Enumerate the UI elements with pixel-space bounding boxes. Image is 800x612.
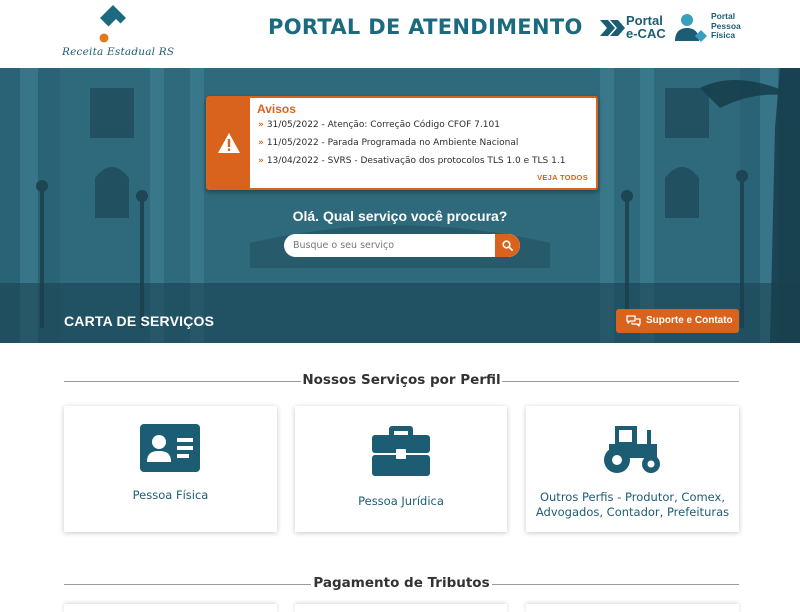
notice-text: 11/05/2022 - Parada Programada no Ambien… bbox=[266, 138, 519, 148]
profiles-title-text: Nossos Serviços por Perfil bbox=[302, 372, 501, 388]
notice-item[interactable]: » 11/05/2022 - Parada Programada no Ambie… bbox=[258, 138, 518, 148]
logo-diamond-icon bbox=[99, 5, 126, 43]
chat-bubbles-icon bbox=[626, 315, 641, 327]
support-label: Suporte e Contato bbox=[646, 315, 733, 326]
search-button[interactable] bbox=[495, 234, 520, 257]
id-card-icon bbox=[140, 424, 200, 472]
search-bar bbox=[284, 234, 520, 257]
notice-text: 13/04/2022 - SVRS - Desativação dos prot… bbox=[266, 156, 566, 166]
person-icon bbox=[675, 14, 707, 42]
hero-banner: Avisos » 31/05/2022 - Atenção: Correção C… bbox=[0, 68, 800, 343]
profile-card-pessoa-fisica[interactable]: Pessoa Física bbox=[64, 406, 277, 532]
notices-sidebar bbox=[208, 98, 250, 188]
ecac-label: Portal e-CAC bbox=[626, 13, 666, 41]
site-header: Receita Estadual RS PORTAL DE ATENDIMENT… bbox=[0, 0, 800, 68]
bullet-icon: » bbox=[258, 138, 264, 148]
profile-card-label: Outros Perfis - Produtor, Comex, Advogad… bbox=[535, 490, 730, 519]
tractor-icon bbox=[604, 426, 660, 473]
profile-card-pessoa-juridica[interactable]: Pessoa Jurídica bbox=[295, 406, 507, 532]
search-icon bbox=[502, 240, 513, 251]
search-question: Olá. Qual serviço você procura? bbox=[292, 208, 508, 224]
warning-icon bbox=[218, 133, 240, 153]
notice-item[interactable]: » 31/05/2022 - Atenção: Correção Código C… bbox=[258, 120, 500, 130]
bullet-icon: » bbox=[258, 120, 264, 130]
carta-de-servicos-title: CARTA DE SERVIÇOS bbox=[64, 313, 215, 329]
receita-estadual-logo[interactable]: Receita Estadual RS bbox=[62, 4, 175, 62]
page-title: PORTAL DE ATENDIMENTO bbox=[268, 15, 583, 39]
payments-section-title: Pagamento de Tributos bbox=[64, 574, 739, 594]
payments-title-text: Pagamento de Tributos bbox=[313, 575, 490, 591]
logo-text: Receita Estadual RS bbox=[62, 46, 175, 58]
double-arrow-icon bbox=[600, 20, 625, 36]
payment-card[interactable] bbox=[526, 604, 739, 612]
portal-ecac-link[interactable]: Portal e-CAC bbox=[600, 12, 670, 44]
notices-title: Avisos bbox=[257, 102, 296, 116]
search-input[interactable] bbox=[284, 234, 496, 257]
profile-card-label: Pessoa Física bbox=[132, 488, 209, 502]
support-contact-button[interactable]: Suporte e Contato bbox=[616, 309, 739, 333]
pessoa-fisica-portal-label: Portal Pessoa Física bbox=[711, 11, 741, 40]
profiles-section-title: Nossos Serviços por Perfil bbox=[64, 371, 739, 391]
portal-pessoa-fisica-link[interactable]: Portal Pessoa Física bbox=[673, 11, 753, 46]
profile-card-label: Pessoa Jurídica bbox=[358, 494, 444, 508]
notices-panel: Avisos » 31/05/2022 - Atenção: Correção C… bbox=[206, 96, 598, 190]
profile-card-outros-perfis[interactable]: Outros Perfis - Produtor, Comex, Advogad… bbox=[526, 406, 739, 532]
payment-card[interactable] bbox=[64, 604, 277, 612]
bullet-icon: » bbox=[258, 156, 264, 166]
payment-card[interactable] bbox=[295, 604, 507, 612]
notice-text: 31/05/2022 - Atenção: Correção Código CF… bbox=[266, 120, 500, 130]
notice-item[interactable]: » 13/04/2022 - SVRS - Desativação dos pro… bbox=[258, 156, 565, 166]
briefcase-icon bbox=[372, 426, 430, 476]
see-all-link[interactable]: VEJA TODOS bbox=[537, 173, 588, 182]
